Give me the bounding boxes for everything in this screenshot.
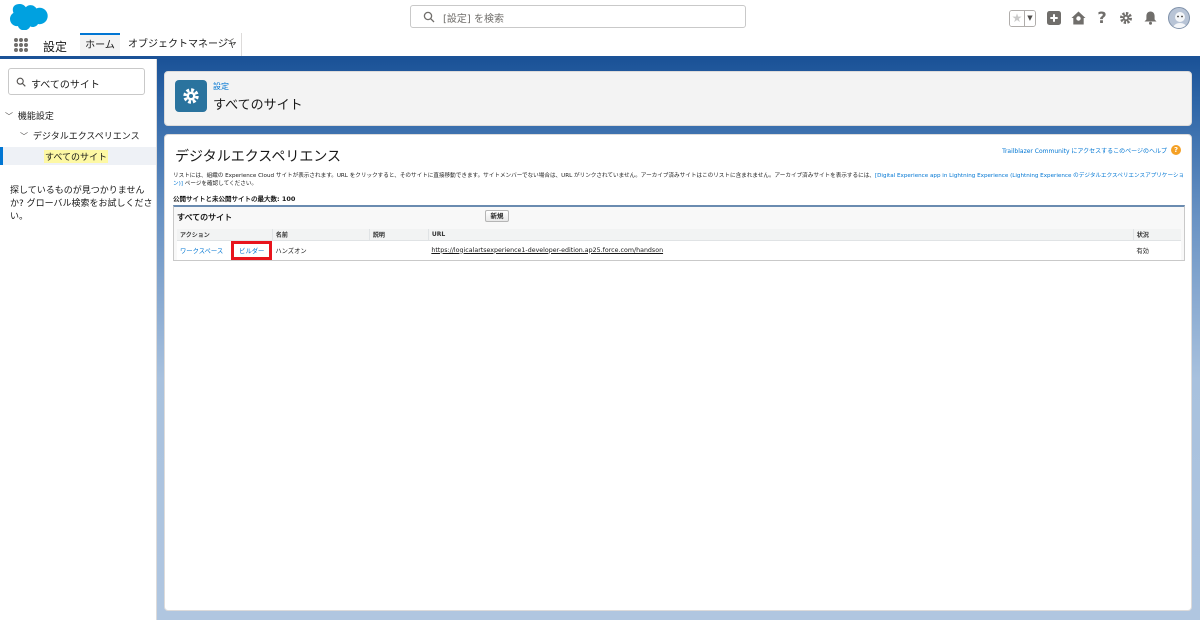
tree-item-label: デジタルエクスペリエンス xyxy=(32,132,140,142)
site-url-link[interactable]: https://logicalartsexperience1-developer… xyxy=(431,247,663,254)
favorites-button[interactable]: ★ ▼ xyxy=(1009,9,1036,27)
column-header-action: アクション xyxy=(177,229,273,241)
name-cell: ハンズオン xyxy=(275,247,307,255)
description-part2: ページを確認してください。 xyxy=(182,181,258,187)
tree-item-digital-experience[interactable]: ﹀ デジタルエクスペリエンス xyxy=(20,129,140,142)
chevron-down-icon[interactable]: ﹀ xyxy=(225,33,234,56)
app-body: すべてのサイト ﹀ 機能設定 ﹀ デジタルエクスペリエンス すべてのサイト 探し… xyxy=(0,59,1200,620)
search-icon xyxy=(16,77,26,87)
content-card: デジタルエクスペリエンス Trailblazer Community にアクセス… xyxy=(164,134,1192,611)
help-question-icon[interactable]: ? xyxy=(1171,145,1181,155)
tree-item-all-sites[interactable]: すべてのサイト xyxy=(0,147,156,165)
tab-object-manager-label: オブジェクトマネージャ xyxy=(128,39,238,50)
help-icon[interactable]: ? xyxy=(1094,10,1110,26)
tree-item-label: すべてのサイト xyxy=(44,150,109,163)
section-title: デジタルエクスペリエンス xyxy=(175,149,342,165)
help-link[interactable]: Trailblazer Community にアクセスするこのページのヘルプ xyxy=(1002,146,1167,155)
max-sites-text: 公開サイトと未公開サイトの最大数: 100 xyxy=(173,195,296,203)
gear-icon[interactable] xyxy=(1118,10,1134,26)
new-site-button[interactable]: 新規 xyxy=(485,210,509,222)
salesforce-logo-icon[interactable] xyxy=(10,4,48,31)
tree-item-feature-settings[interactable]: ﹀ 機能設定 xyxy=(5,109,54,122)
column-header-description: 説明 xyxy=(368,229,429,241)
quick-find-input[interactable]: すべてのサイト xyxy=(8,68,145,95)
list-title: すべてのサイト xyxy=(177,213,233,222)
notifications-bell-icon[interactable] xyxy=(1142,10,1158,26)
column-header-name: 名前 xyxy=(271,229,370,241)
page-title: すべてのサイト xyxy=(213,98,303,113)
table-row: ワークスペース ビルダー ハンズオン https://logicalartsex… xyxy=(177,240,1181,260)
description-part1: リストには、組織の Experience Cloud サイトが表示されます。UR… xyxy=(173,173,875,179)
trailhead-icon[interactable] xyxy=(1070,10,1086,26)
chevron-down-icon[interactable]: ▼ xyxy=(1025,10,1035,26)
search-placeholder: [設定] を検索 xyxy=(443,14,504,25)
status-cell: 有効 xyxy=(1136,247,1149,255)
description-cell xyxy=(369,240,428,260)
app-context-bar: 設定 ホーム オブジェクトマネージャ ﹀ xyxy=(0,33,1200,59)
setup-gear-icon xyxy=(175,80,207,112)
global-header: [設定] を検索 ★ ▼ ? xyxy=(0,0,1200,33)
table-header-row: アクション 名前 説明 URL 状況 xyxy=(177,229,1181,241)
help-link-group: Trailblazer Community にアクセスするこのページのヘルプ ? xyxy=(1002,145,1181,155)
chevron-down-icon[interactable]: ﹀ xyxy=(5,111,15,122)
description-text: リストには、組織の Experience Cloud サイトが表示されます。UR… xyxy=(173,172,1185,188)
page-header: 設定 すべてのサイト xyxy=(164,71,1192,126)
chevron-down-icon[interactable]: ﹀ xyxy=(20,131,30,142)
column-header-url: URL xyxy=(427,229,1134,241)
star-icon[interactable]: ★ xyxy=(1010,10,1025,26)
breadcrumb[interactable]: 設定 xyxy=(213,81,229,92)
workspace-link[interactable]: ワークスペース xyxy=(180,248,223,255)
action-cell: ワークスペース ビルダー xyxy=(177,240,273,260)
sites-list: すべてのサイト 新規 アクション 名前 説明 URL 状況 ワークスペース ビル… xyxy=(173,205,1185,261)
global-actions-plus-icon[interactable] xyxy=(1046,10,1062,26)
tab-home[interactable]: ホーム xyxy=(80,33,120,56)
global-search-input[interactable]: [設定] を検索 xyxy=(410,5,746,28)
app-name: 設定 xyxy=(43,40,68,54)
column-header-status: 状況 xyxy=(1132,229,1181,241)
user-avatar[interactable] xyxy=(1168,7,1190,29)
not-found-help-text: 探しているものが見つかりませんか? グローバル検索をお試しください。 xyxy=(10,186,153,222)
header-utility-icons: ★ ▼ ? xyxy=(1009,7,1190,29)
setup-sidebar: すべてのサイト ﹀ 機能設定 ﹀ デジタルエクスペリエンス すべてのサイト 探し… xyxy=(0,59,157,620)
tree-item-label: 機能設定 xyxy=(17,112,54,122)
tab-object-manager[interactable]: オブジェクトマネージャ ﹀ xyxy=(122,33,242,56)
builder-link[interactable]: ビルダー xyxy=(231,240,273,260)
url-cell: https://logicalartsexperience1-developer… xyxy=(428,240,1133,260)
quick-find-value: すべてのサイト xyxy=(31,80,100,91)
sites-table: アクション 名前 説明 URL 状況 ワークスペース ビルダー ハンズオン ht… xyxy=(177,229,1181,260)
search-icon xyxy=(423,11,435,23)
app-launcher-waffle-icon[interactable] xyxy=(14,38,28,52)
